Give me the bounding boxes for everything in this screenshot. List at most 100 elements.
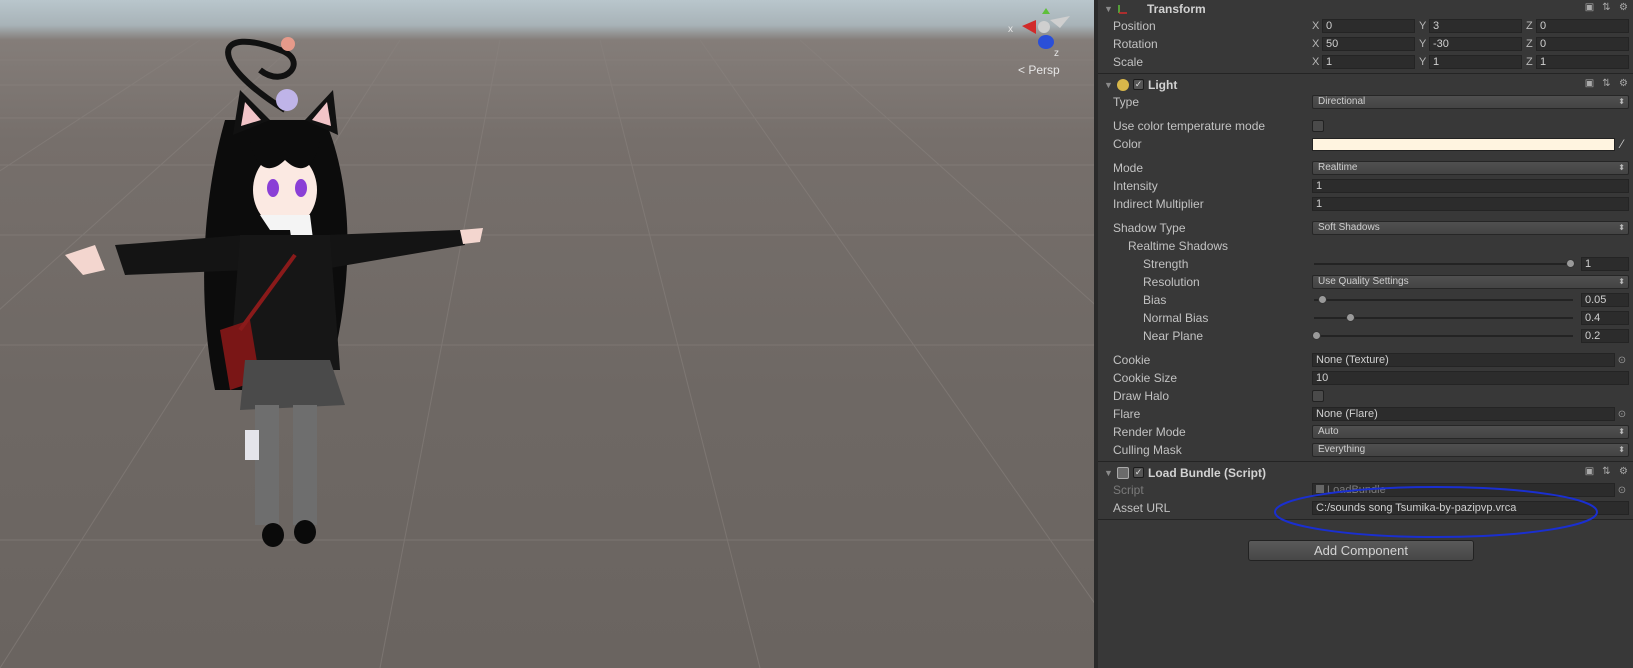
position-x-field[interactable]: 0 <box>1322 19 1415 33</box>
asset-url-label: Asset URL <box>1113 501 1171 515</box>
axis-x-label: X <box>1312 56 1320 68</box>
script-value: LoadBundle <box>1327 484 1386 496</box>
bias-slider[interactable] <box>1312 293 1575 307</box>
preset-icon[interactable]: ⇅ <box>1601 466 1612 477</box>
transform-title: Transform <box>1147 1 1206 16</box>
near-plane-slider-thumb[interactable] <box>1312 331 1321 340</box>
cookie-object-field[interactable]: None (Texture) <box>1312 353 1615 367</box>
position-y-field[interactable]: 3 <box>1429 19 1522 33</box>
cookie-size-field[interactable]: 10 <box>1312 371 1629 385</box>
bias-label: Bias <box>1143 293 1167 307</box>
axis-z-label: Z <box>1526 56 1533 68</box>
asset-url-field[interactable]: C:/sounds song Tsumika-by-pazipvp.vrca <box>1312 501 1629 515</box>
color-label: Color <box>1113 137 1142 151</box>
settings-gear-icon[interactable]: ⚙ <box>1618 78 1629 89</box>
axis-x-label: X <box>1312 20 1320 32</box>
culling-mask-row: Culling Mask Everything <box>1098 441 1633 459</box>
fold-arrow-icon[interactable]: ▼ <box>1104 80 1114 90</box>
rotation-z-field[interactable]: 0 <box>1536 37 1629 51</box>
preset-icon[interactable]: ⇅ <box>1601 2 1612 13</box>
bias-row: Bias 0.05 <box>1098 291 1633 309</box>
asset-url-row: Asset URL C:/sounds song Tsumika-by-pazi… <box>1098 499 1633 517</box>
bias-slider-thumb[interactable] <box>1318 295 1328 304</box>
help-book-icon[interactable]: ▣ <box>1584 78 1595 89</box>
color-swatch-field[interactable] <box>1312 137 1615 151</box>
intensity-field[interactable]: 1 <box>1312 179 1629 193</box>
light-header[interactable]: ▼ ✓ Light ▣ ⇅ ⚙ <box>1098 76 1633 93</box>
color-temp-checkbox[interactable] <box>1312 120 1324 132</box>
fold-arrow-icon[interactable]: ▼ <box>1104 468 1114 478</box>
mode-label: Mode <box>1113 161 1144 175</box>
scale-x-field[interactable]: 1 <box>1322 55 1415 69</box>
resolution-dropdown[interactable]: Use Quality Settings <box>1312 275 1629 289</box>
type-label: Type <box>1113 95 1140 109</box>
indirect-row: Indirect Multiplier 1 <box>1098 195 1633 213</box>
strength-slider[interactable] <box>1312 257 1575 271</box>
light-bulb-icon <box>1117 78 1129 91</box>
object-picker-icon[interactable]: ⊙ <box>1615 409 1629 420</box>
object-picker-icon[interactable]: ⊙ <box>1615 355 1629 366</box>
axis-z-label: Z <box>1526 20 1533 32</box>
flare-label: Flare <box>1113 407 1141 421</box>
projection-toggle[interactable]: < Persp <box>1018 63 1060 77</box>
draw-halo-label: Draw Halo <box>1113 389 1170 403</box>
culling-mask-label: Culling Mask <box>1113 443 1182 457</box>
position-z-field[interactable]: 0 <box>1536 19 1629 33</box>
light-enabled-checkbox[interactable]: ✓ <box>1133 79 1144 90</box>
indirect-field[interactable]: 1 <box>1312 197 1629 211</box>
rotation-y-field[interactable]: -30 <box>1429 37 1522 51</box>
scene-view[interactable]: x z < Persp <box>0 0 1094 668</box>
color-row: Color ⁄ <box>1098 135 1633 153</box>
near-plane-row: Near Plane 0.2 <box>1098 327 1633 345</box>
settings-gear-icon[interactable]: ⚙ <box>1618 2 1629 13</box>
strength-slider-thumb[interactable] <box>1566 259 1575 268</box>
axis-y-label: Y <box>1419 20 1427 32</box>
normal-bias-row: Normal Bias 0.4 <box>1098 309 1633 327</box>
help-book-icon[interactable]: ▣ <box>1584 2 1595 13</box>
scale-y-field[interactable]: 1 <box>1429 55 1522 69</box>
help-book-icon[interactable]: ▣ <box>1584 466 1595 477</box>
axis-x-label: X <box>1312 38 1320 50</box>
bias-field[interactable]: 0.05 <box>1581 293 1629 307</box>
color-temp-label: Use color temperature mode <box>1113 119 1266 133</box>
transform-header[interactable]: ▼ Transform ▣ ⇅ ⚙ <box>1098 0 1633 17</box>
avatar-model[interactable] <box>55 30 515 570</box>
shadow-type-dropdown[interactable]: Soft Shadows <box>1312 221 1629 235</box>
flare-row: Flare None (Flare) ⊙ <box>1098 405 1633 423</box>
strength-label: Strength <box>1143 257 1189 271</box>
scale-z-field[interactable]: 1 <box>1536 55 1629 69</box>
normal-bias-field[interactable]: 0.4 <box>1581 311 1629 325</box>
near-plane-field[interactable]: 0.2 <box>1581 329 1629 343</box>
axis-y-label: Y <box>1419 56 1427 68</box>
rotation-x-field[interactable]: 50 <box>1322 37 1415 51</box>
near-plane-slider[interactable] <box>1312 329 1575 343</box>
gizmo-z-label: z <box>1054 48 1059 59</box>
culling-mask-dropdown[interactable]: Everything <box>1312 443 1629 457</box>
eyedropper-icon[interactable]: ⁄ <box>1615 137 1629 151</box>
component-separator <box>1098 73 1633 74</box>
add-component-button[interactable]: Add Component <box>1248 540 1474 561</box>
normal-bias-slider[interactable] <box>1312 311 1575 325</box>
flare-object-field[interactable]: None (Flare) <box>1312 407 1615 421</box>
settings-gear-icon[interactable]: ⚙ <box>1618 466 1629 477</box>
render-mode-dropdown[interactable]: Auto <box>1312 425 1629 439</box>
light-title: Light <box>1148 77 1178 92</box>
normal-bias-slider-thumb[interactable] <box>1345 313 1355 322</box>
load-bundle-enabled-checkbox[interactable]: ✓ <box>1133 467 1144 478</box>
strength-field[interactable]: 1 <box>1581 257 1629 271</box>
light-type-row: Type Directional <box>1098 93 1633 111</box>
fold-arrow-icon[interactable]: ▼ <box>1104 4 1114 14</box>
scene-orientation-gizmo[interactable]: x z <box>1000 8 1072 62</box>
draw-halo-checkbox[interactable] <box>1312 390 1324 402</box>
mode-dropdown[interactable]: Realtime <box>1312 161 1629 175</box>
persp-chevron-icon: < <box>1018 63 1026 77</box>
preset-icon[interactable]: ⇅ <box>1601 78 1612 89</box>
load-bundle-header[interactable]: ▼ ✓ Load Bundle (Script) ▣ ⇅ ⚙ <box>1098 464 1633 481</box>
intensity-label: Intensity <box>1113 179 1158 193</box>
type-dropdown[interactable]: Directional <box>1312 95 1629 109</box>
color-temp-row: Use color temperature mode <box>1098 117 1633 135</box>
script-row: Script LoadBundle ⊙ <box>1098 481 1633 499</box>
shadow-type-row: Shadow Type Soft Shadows <box>1098 219 1633 237</box>
resolution-label: Resolution <box>1143 275 1200 289</box>
script-label: Script <box>1113 483 1144 497</box>
